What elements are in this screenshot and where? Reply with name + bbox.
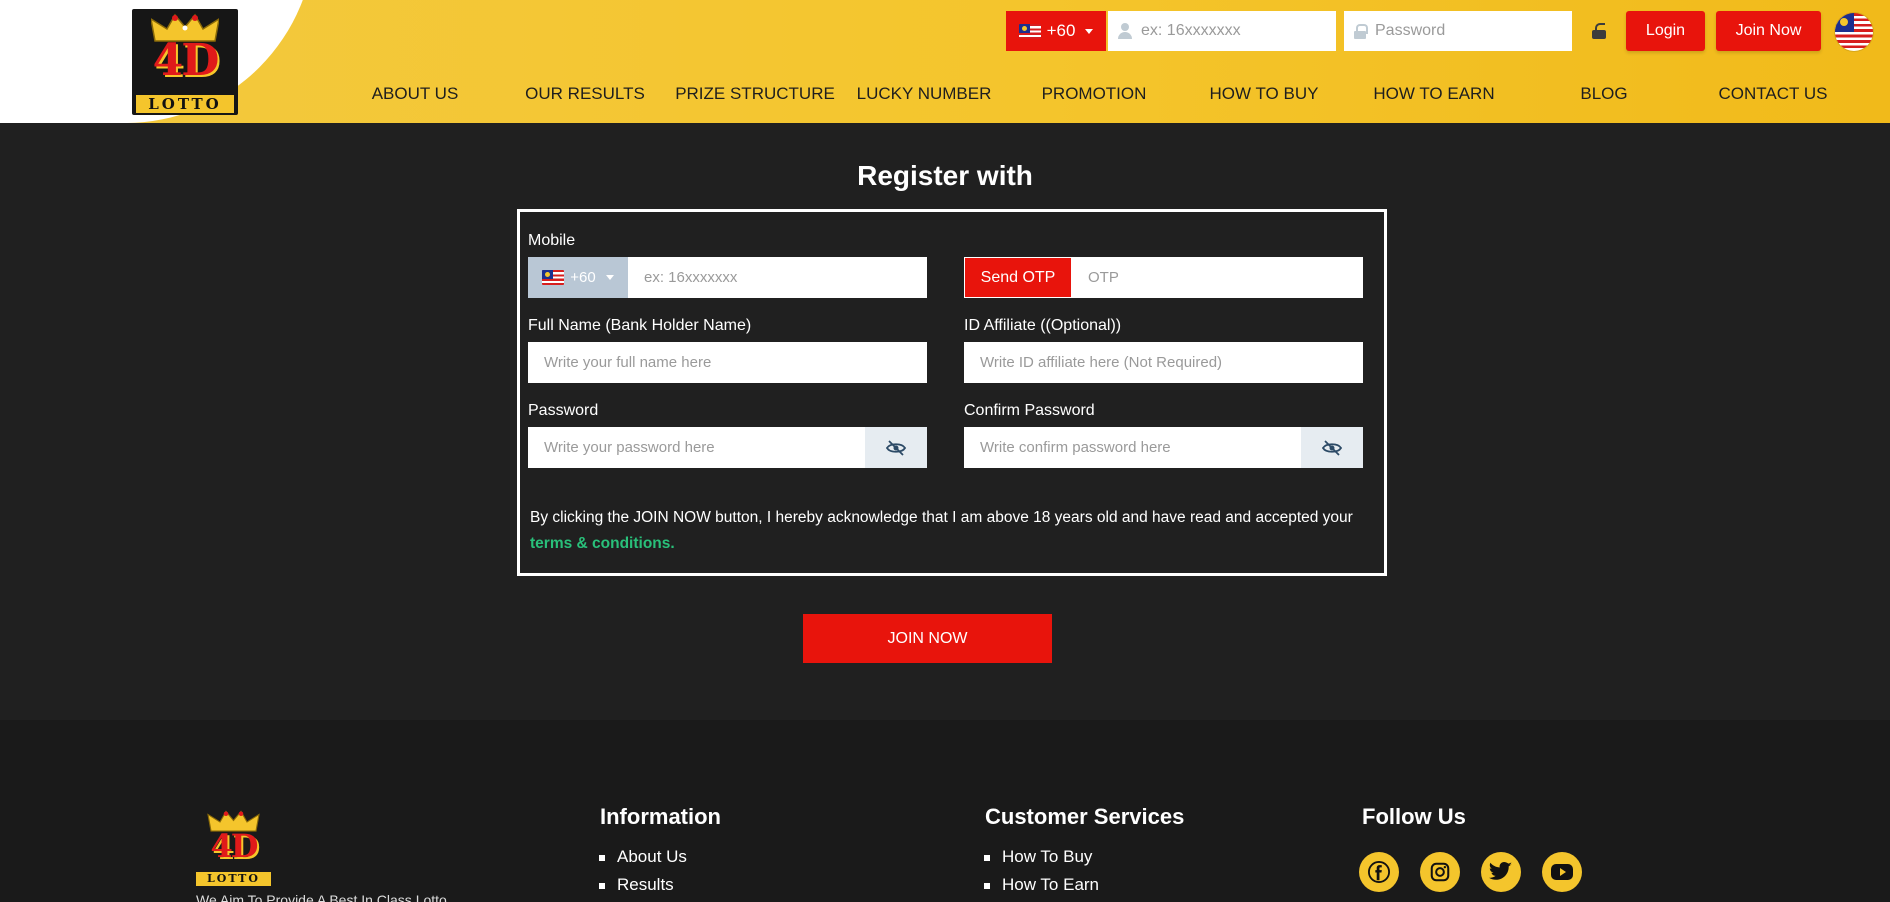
login-button[interactable]: Login xyxy=(1626,11,1705,51)
password-input[interactable]: Write your password here xyxy=(528,427,927,468)
eye-slash-icon xyxy=(1322,439,1342,456)
consent-text: By clicking the JOIN NOW button, I hereb… xyxy=(530,509,1353,526)
footer-customer-services-list: How To Buy How To Earn xyxy=(984,846,1099,902)
otp-field: Send OTP OTP xyxy=(964,257,1363,298)
instagram-icon[interactable] xyxy=(1420,852,1460,892)
nav-how-to-buy[interactable]: HOW TO BUY xyxy=(1210,84,1319,104)
nav-promotion[interactable]: PROMOTION xyxy=(1042,84,1147,104)
terms-consent: By clicking the JOIN NOW button, I hereb… xyxy=(530,505,1370,557)
footer-information-list: About Us Results xyxy=(599,846,687,902)
mobile-field: +60 ex: 16xxxxxxx xyxy=(528,257,927,298)
chevron-down-icon xyxy=(1085,28,1094,34)
lock-icon xyxy=(1354,23,1368,39)
register-title: Register with xyxy=(857,160,1033,191)
otp-input[interactable]: OTP xyxy=(1072,269,1119,286)
site-header: 4D LOTTO +60 ex: 16xxxxxxx Password Logi… xyxy=(0,0,1890,123)
password-placeholder: Write your password here xyxy=(544,439,715,456)
footer-link-how-to-earn[interactable]: How To Earn xyxy=(984,874,1099,902)
main-nav: ABOUT US OUR RESULTS PRIZE STRUCTURE LUC… xyxy=(0,84,1890,106)
confirm-password-input[interactable]: Write confirm password here xyxy=(964,427,1363,468)
footer-link-about-us[interactable]: About Us xyxy=(599,846,687,874)
join-now-button[interactable]: JOIN NOW xyxy=(803,614,1052,663)
footer-logo-lotto-text: LOTTO xyxy=(196,872,271,886)
footer-information-heading: Information xyxy=(600,804,721,829)
terms-link[interactable]: terms & conditions. xyxy=(530,535,675,552)
malaysia-flag-icon xyxy=(542,270,565,285)
logo-4d-text: 4D xyxy=(152,35,220,86)
nav-lucky-number[interactable]: LUCKY NUMBER xyxy=(857,84,992,104)
affiliate-placeholder: Write ID affiliate here (Not Required) xyxy=(980,354,1223,371)
nav-blog[interactable]: BLOG xyxy=(1580,84,1627,104)
youtube-icon[interactable] xyxy=(1542,852,1582,892)
facebook-glyph xyxy=(1368,861,1390,883)
eye-slash-icon xyxy=(886,439,906,456)
fullname-placeholder: Write your full name here xyxy=(544,354,712,371)
register-country-code-select[interactable]: +60 xyxy=(528,257,628,298)
confirm-password-placeholder: Write confirm password here xyxy=(980,439,1171,456)
nav-contact-us[interactable]: CONTACT US xyxy=(1719,84,1828,104)
instagram-glyph xyxy=(1430,862,1450,882)
nav-about-us[interactable]: ABOUT US xyxy=(372,84,459,104)
login-bar: +60 ex: 16xxxxxxx Password Login Join No… xyxy=(1006,11,1821,51)
fullname-input[interactable]: Write your full name here xyxy=(528,342,927,383)
footer-tagline: We Aim To Provide A Best In Class Lotto xyxy=(196,892,447,902)
affiliate-label: ID Affiliate ((Optional)) xyxy=(964,317,1122,334)
footer-customer-services-heading: Customer Services xyxy=(985,804,1185,829)
fullname-label: Full Name (Bank Holder Name) xyxy=(528,317,752,334)
password-label: Password xyxy=(528,402,599,419)
user-icon xyxy=(1118,23,1132,39)
twitter-icon[interactable] xyxy=(1481,852,1521,892)
mobile-label: Mobile xyxy=(528,232,576,249)
mobile-input[interactable]: ex: 16xxxxxxx xyxy=(628,269,737,286)
nav-our-results[interactable]: OUR RESULTS xyxy=(525,84,645,104)
twitter-glyph xyxy=(1489,862,1512,880)
join-now-header-button[interactable]: Join Now xyxy=(1716,11,1821,51)
login-mobile-input[interactable]: ex: 16xxxxxxx xyxy=(1108,11,1336,51)
footer-logo-4d-text: 4D xyxy=(210,827,258,865)
nav-prize-structure[interactable]: PRIZE STRUCTURE xyxy=(675,84,835,104)
footer-logo[interactable]: 4D LOTTO xyxy=(196,810,271,886)
affiliate-input[interactable]: Write ID affiliate here (Not Required) xyxy=(964,342,1363,383)
send-otp-button[interactable]: Send OTP xyxy=(964,257,1072,298)
nav-how-to-earn[interactable]: HOW TO EARN xyxy=(1373,84,1494,104)
confirm-password-label: Confirm Password xyxy=(964,402,1095,419)
youtube-glyph xyxy=(1551,864,1573,880)
toggle-confirm-password-visibility-button[interactable] xyxy=(1301,427,1363,468)
login-mobile-placeholder: ex: 16xxxxxxx xyxy=(1141,22,1241,39)
login-password-input[interactable]: Password xyxy=(1344,11,1572,51)
footer-follow-us-heading: Follow Us xyxy=(1362,804,1466,829)
toggle-password-visibility-button[interactable] xyxy=(865,427,927,468)
facebook-icon[interactable] xyxy=(1359,852,1399,892)
login-password-placeholder: Password xyxy=(1375,22,1446,39)
register-country-code-value: +60 xyxy=(570,269,596,286)
language-flag-icon[interactable] xyxy=(1835,13,1873,51)
footer-link-results[interactable]: Results xyxy=(599,874,687,902)
register-form: Mobile +60 ex: 16xxxxxxx Send OTP OTP Fu… xyxy=(517,209,1387,576)
malaysia-flag-icon xyxy=(1018,23,1041,39)
site-footer: 4D LOTTO We Aim To Provide A Best In Cla… xyxy=(0,720,1890,902)
unlock-icon[interactable] xyxy=(1592,23,1606,39)
chevron-down-icon xyxy=(605,275,614,280)
footer-link-how-to-buy[interactable]: How To Buy xyxy=(984,846,1099,874)
country-code-select[interactable]: +60 xyxy=(1006,11,1106,51)
country-code-value: +60 xyxy=(1046,21,1076,40)
